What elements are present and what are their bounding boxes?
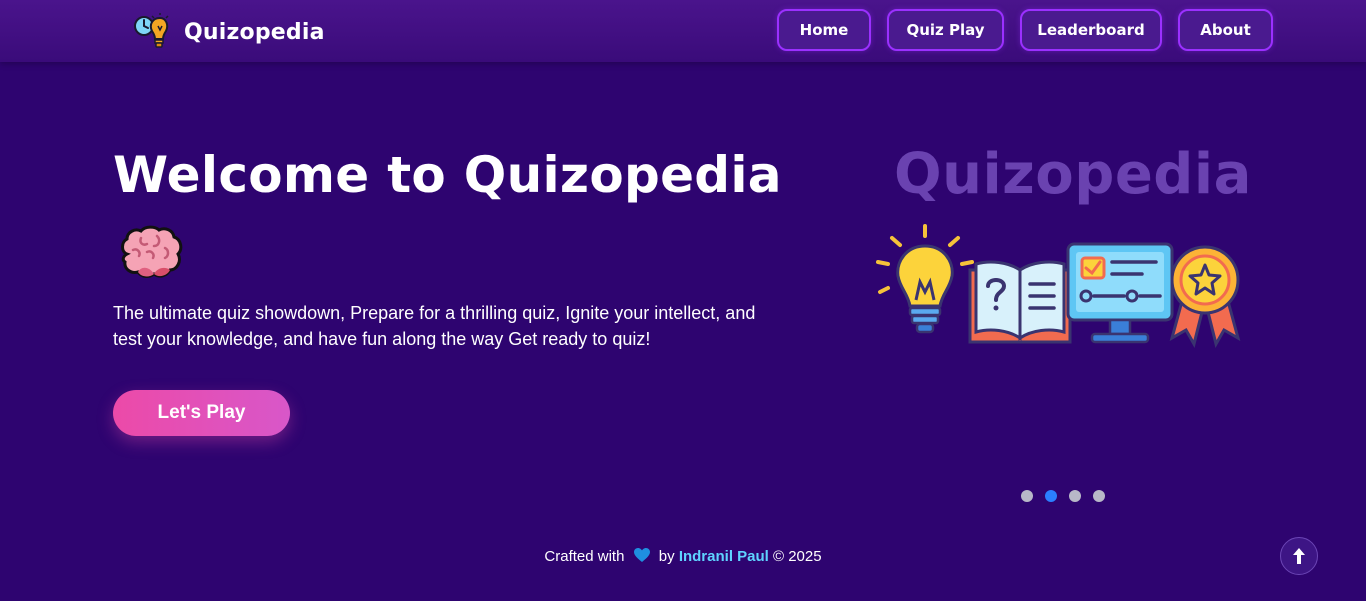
lets-play-button[interactable]: Let's Play <box>113 390 290 436</box>
nav-leaderboard-button[interactable]: Leaderboard <box>1020 9 1162 51</box>
page: Quizopedia Home Quiz Play Leaderboard Ab… <box>0 0 1366 601</box>
monitor-icon <box>1066 242 1174 344</box>
brain-icon <box>121 225 183 278</box>
medal-icon <box>1169 245 1241 348</box>
illustration-wordmark: Quizopedia <box>894 142 1252 207</box>
footer: Crafted with by Indranil Paul © 2025 <box>0 547 1366 565</box>
carousel-dot-3[interactable] <box>1069 490 1081 502</box>
navbar: Quizopedia Home Quiz Play Leaderboard Ab… <box>0 0 1366 62</box>
brand[interactable]: Quizopedia <box>132 12 325 52</box>
nav-quiz-play-button[interactable]: Quiz Play <box>887 9 1004 51</box>
scroll-to-top-button[interactable] <box>1280 537 1318 575</box>
footer-copyright: © 2025 <box>773 548 822 565</box>
arrow-up-icon <box>1293 548 1305 564</box>
carousel-dot-4[interactable] <box>1093 490 1105 502</box>
lightbulb-icon <box>876 224 974 334</box>
footer-by: by <box>658 548 675 565</box>
carousel-dot-1[interactable] <box>1021 490 1033 502</box>
footer-author-link[interactable]: Indranil Paul <box>679 548 769 565</box>
hero-title: Welcome to Quizopedia <box>113 146 782 204</box>
carousel-dots <box>1021 490 1105 502</box>
clock-bulb-icon <box>134 13 169 48</box>
book-icon <box>968 260 1072 344</box>
footer-prefix: Crafted with <box>544 548 625 565</box>
quiz-illustration <box>876 224 1241 348</box>
nav-home-button[interactable]: Home <box>777 9 871 51</box>
brand-name: Quizopedia <box>184 19 325 45</box>
hero-description: The ultimate quiz showdown, Prepare for … <box>113 303 756 349</box>
carousel-dot-2-active[interactable] <box>1045 490 1057 502</box>
nav-about-button[interactable]: About <box>1178 9 1273 51</box>
heart-icon <box>633 548 650 562</box>
